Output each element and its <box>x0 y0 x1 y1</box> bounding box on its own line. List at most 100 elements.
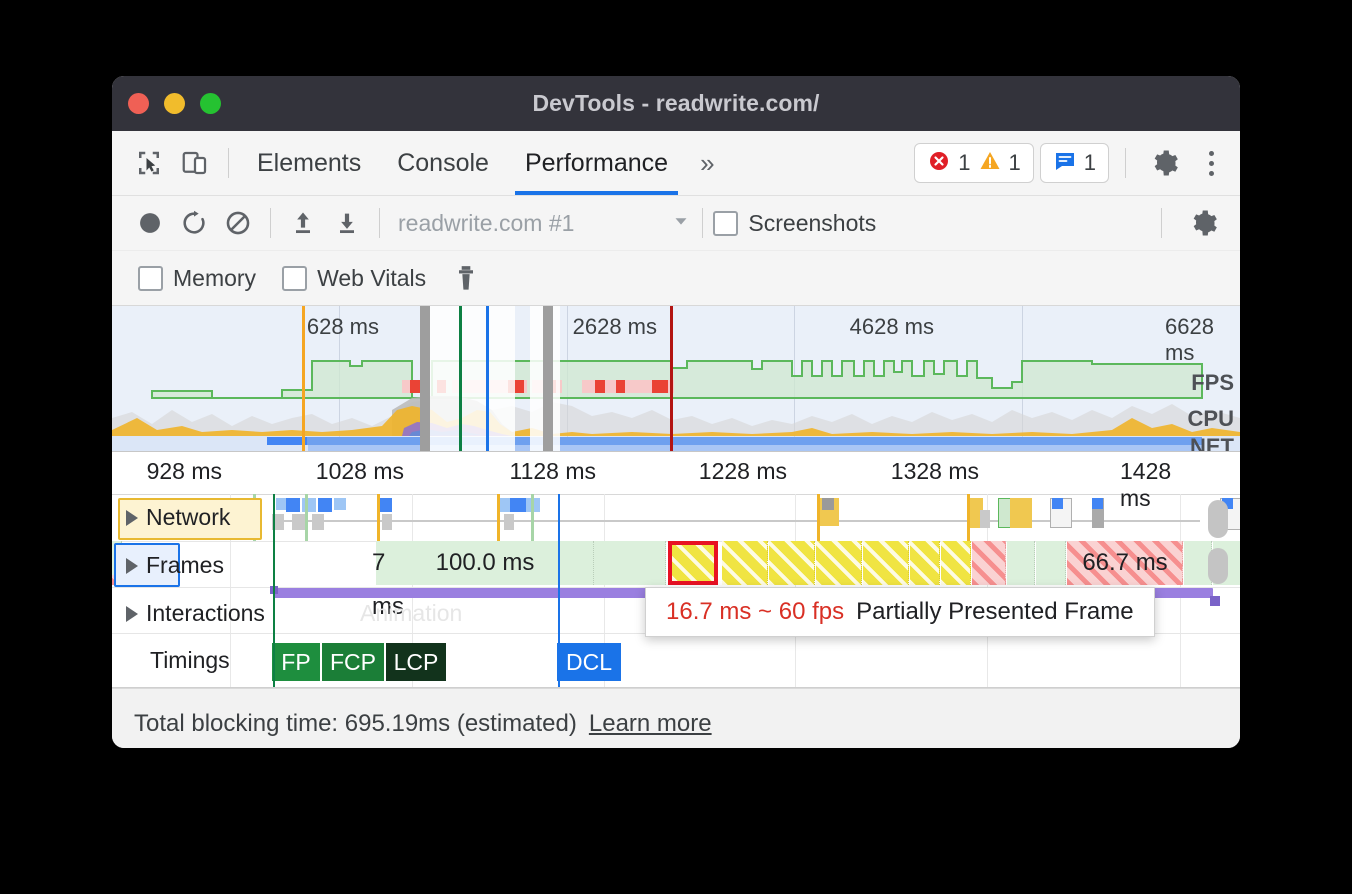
frame-good[interactable] <box>594 541 666 585</box>
track-label-interactions-text: Interactions <box>146 600 265 627</box>
overview-pane[interactable]: 628 ms 2628 ms 4628 ms 6628 ms <box>112 306 1240 452</box>
frame-partially-presented[interactable] <box>863 541 909 585</box>
chevron-down-icon[interactable] <box>670 210 692 237</box>
more-tabs-icon[interactable]: » <box>686 131 728 195</box>
frame-partially-presented[interactable] <box>816 541 862 585</box>
timeline-marker-line-blue <box>558 494 560 687</box>
frame-partially-presented[interactable] <box>722 541 768 585</box>
timeline-scrollbar-bottom[interactable] <box>1208 548 1228 584</box>
record-circle-icon[interactable] <box>128 201 172 245</box>
panel-tabs: Elements Console Performance » <box>239 131 729 195</box>
web-vitals-label: Web Vitals <box>317 265 426 292</box>
track-row-network[interactable]: Network <box>112 494 1240 542</box>
web-vitals-checkbox-box[interactable] <box>282 266 307 291</box>
tab-performance[interactable]: Performance <box>507 131 686 195</box>
kebab-menu-icon[interactable] <box>1194 141 1228 185</box>
overview-marker-green <box>459 306 462 451</box>
memory-checkbox-box[interactable] <box>138 266 163 291</box>
network-request[interactable] <box>504 514 514 530</box>
frame-good[interactable] <box>1036 541 1066 585</box>
status-bar: Total blocking time: 695.19ms (estimated… <box>112 688 1240 748</box>
message-icon <box>1053 149 1077 178</box>
memory-checkbox[interactable]: Memory <box>138 265 256 292</box>
track-row-frames[interactable]: Frames <box>112 541 1240 588</box>
overview-track-label-fps: FPS <box>1191 370 1234 396</box>
expand-triangle-icon[interactable] <box>126 510 138 526</box>
track-label-interactions[interactable]: Interactions <box>126 600 265 627</box>
capture-settings-gear-icon[interactable] <box>1182 201 1226 245</box>
toolbar-divider-3 <box>702 208 703 238</box>
timeline-scrollbar-top[interactable] <box>1208 500 1228 538</box>
frame-partially-presented[interactable] <box>941 541 971 585</box>
trash-icon[interactable] <box>444 256 488 300</box>
network-request[interactable] <box>980 510 990 528</box>
tabbar-right-group: 1 1 1 <box>914 131 1228 195</box>
network-request[interactable] <box>286 498 300 512</box>
network-request-bar <box>305 494 308 541</box>
network-request[interactable] <box>318 498 332 512</box>
timing-marker-fp[interactable]: FP <box>272 643 322 681</box>
frame-partially-presented-selected[interactable] <box>668 541 718 585</box>
track-label-frames-text: Frames <box>146 552 224 579</box>
frame-partially-presented[interactable] <box>769 541 815 585</box>
animation-bar-end-handle[interactable] <box>1210 596 1220 606</box>
network-request[interactable] <box>382 514 392 530</box>
clear-no-entry-icon[interactable] <box>216 201 260 245</box>
device-toolbar-icon[interactable] <box>172 140 218 186</box>
devtools-window: DevTools - readwrite.com/ Elements Conso… <box>112 76 1240 748</box>
timeline-ruler[interactable]: 928 ms 1028 ms 1128 ms 1228 ms 1328 ms 1… <box>112 452 1240 495</box>
upload-profile-icon[interactable] <box>281 201 325 245</box>
overview-marker-orange <box>302 306 305 451</box>
error-icon <box>927 149 951 178</box>
network-request[interactable] <box>510 498 526 512</box>
total-blocking-time-text: Total blocking time: 695.19ms (estimated… <box>134 710 577 738</box>
tab-elements[interactable]: Elements <box>239 131 379 195</box>
timeline-tracks-pane[interactable]: 928 ms 1028 ms 1128 ms 1228 ms 1328 ms 1… <box>112 452 1240 688</box>
track-label-timings: Timings <box>150 647 230 674</box>
warning-count: 1 <box>1009 150 1021 176</box>
toolbar-divider-4 <box>1161 208 1162 238</box>
network-request[interactable] <box>1092 498 1103 509</box>
overview-track-label-net: NET <box>1190 434 1234 452</box>
learn-more-link[interactable]: Learn more <box>589 710 712 738</box>
network-request[interactable] <box>312 514 324 530</box>
performance-toolbar-secondary: Memory Web Vitals <box>112 251 1240 306</box>
track-row-timings[interactable]: Timings FP FCP LCP DCL <box>112 633 1240 687</box>
message-count: 1 <box>1084 150 1096 176</box>
frame-dropped[interactable] <box>972 541 1006 585</box>
frame-tooltip: 16.7 ms ~ 60 fps Partially Presented Fra… <box>645 587 1155 637</box>
network-request[interactable] <box>292 514 306 530</box>
overview-selection-window[interactable] <box>430 306 515 451</box>
screenshots-checkbox[interactable]: Screenshots <box>713 210 876 237</box>
messages-counter[interactable]: 1 <box>1040 143 1109 183</box>
frame-good[interactable] <box>1007 541 1035 585</box>
track-label-frames[interactable]: Frames <box>126 552 224 579</box>
reload-record-icon[interactable] <box>172 201 216 245</box>
frame-partially-presented[interactable] <box>910 541 940 585</box>
tooltip-description: Partially Presented Frame <box>856 598 1133 626</box>
expand-triangle-icon[interactable] <box>126 606 138 622</box>
network-request[interactable] <box>1052 498 1063 509</box>
screenshots-checkbox-box[interactable] <box>713 211 738 236</box>
timing-marker-dcl[interactable]: DCL <box>557 643 623 681</box>
network-request[interactable] <box>1010 498 1032 528</box>
expand-triangle-icon[interactable] <box>126 558 138 574</box>
overview-selection-handle-right[interactable] <box>543 306 553 451</box>
toolbar-divider-1 <box>270 208 271 238</box>
network-request[interactable] <box>380 498 392 512</box>
network-request[interactable] <box>822 498 834 510</box>
network-request[interactable] <box>334 498 346 510</box>
overview-selection-handle-left[interactable] <box>420 306 430 451</box>
web-vitals-checkbox[interactable]: Web Vitals <box>282 265 426 292</box>
download-profile-icon[interactable] <box>325 201 369 245</box>
track-label-network[interactable]: Network <box>126 504 230 531</box>
profile-name-label[interactable]: readwrite.com #1 <box>398 210 574 237</box>
issues-counter[interactable]: 1 1 <box>914 143 1034 183</box>
gear-icon[interactable] <box>1142 140 1188 186</box>
tab-console[interactable]: Console <box>379 131 507 195</box>
timing-marker-fcp[interactable]: FCP <box>322 643 386 681</box>
window-titlebar: DevTools - readwrite.com/ <box>112 76 1240 131</box>
cursor-select-icon[interactable] <box>126 140 172 186</box>
timeline-tick-label: 928 ms <box>147 458 230 485</box>
timing-marker-lcp[interactable]: LCP <box>386 643 448 681</box>
